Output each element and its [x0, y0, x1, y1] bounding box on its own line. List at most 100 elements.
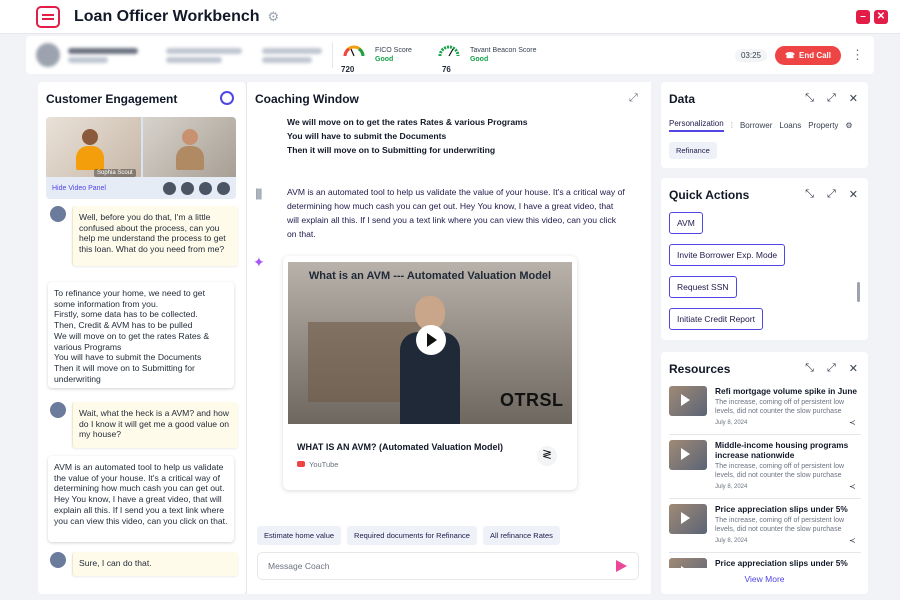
- more-options-icon[interactable]: ⋮: [851, 47, 864, 63]
- request-ssn-button[interactable]: Request SSN: [669, 276, 737, 298]
- resource-date: July 8, 2024: [715, 538, 748, 544]
- expand-icon[interactable]: ⤢: [629, 92, 638, 105]
- expand-icon[interactable]: ⤢: [827, 92, 836, 105]
- close-window-button[interactable]: ✕: [874, 9, 888, 24]
- video-watermark: OTRSL: [500, 390, 564, 410]
- collapse-icon[interactable]: ⤡: [805, 92, 814, 105]
- suggestion-chip[interactable]: All refinance Rates: [482, 526, 560, 545]
- window-controls: – ✕: [856, 9, 888, 24]
- video-card[interactable]: What is an AVM --- Automated Valuation M…: [283, 256, 577, 490]
- resource-item[interactable]: Refi mortgage volume spike in June The i…: [669, 386, 861, 436]
- hide-video-link[interactable]: Hide Video Panel: [52, 185, 106, 192]
- customer-video-feed: Sophia Scout: [46, 117, 141, 177]
- close-icon[interactable]: ✕: [849, 362, 858, 375]
- customer-avatar: [50, 206, 66, 222]
- panel-controls: ⤡ ⤢ ✕: [805, 362, 858, 375]
- volume-icon[interactable]: [199, 181, 212, 195]
- customer-message: Well, before you do that, I'm a little c…: [72, 206, 238, 266]
- customer-person: [76, 129, 104, 170]
- fico-score-block: FICO Score Good: [375, 47, 412, 63]
- play-button-icon[interactable]: [416, 325, 446, 355]
- send-icon[interactable]: [616, 560, 627, 572]
- resource-item[interactable]: Price appreciation slips under 5%: [669, 558, 861, 568]
- tab-personalization[interactable]: Personalization: [669, 119, 724, 132]
- tab-borrower[interactable]: Borrower: [740, 121, 772, 130]
- data-tabs: Personalization ⁞ Borrower Loans Propert…: [669, 119, 853, 132]
- share-icon[interactable]: ≺: [849, 482, 856, 491]
- collapse-icon[interactable]: ⤡: [805, 188, 814, 201]
- tab-property[interactable]: Property: [808, 121, 838, 130]
- play-icon[interactable]: [181, 181, 194, 195]
- settings-gear-icon[interactable]: ⚙: [268, 9, 280, 25]
- resource-date: July 8, 2024: [715, 484, 748, 490]
- customer-message: Sure, I can do that.: [72, 552, 238, 576]
- close-icon[interactable]: ✕: [849, 92, 858, 105]
- close-icon[interactable]: ✕: [849, 188, 858, 201]
- collapse-icon[interactable]: ⤡: [805, 362, 814, 375]
- view-more-link[interactable]: View More: [661, 574, 868, 584]
- resource-desc: The increase, coming off of persistent l…: [715, 463, 845, 479]
- share-icon[interactable]: ≺: [849, 418, 856, 427]
- tab-separator-icon: ⁞: [730, 121, 733, 130]
- resource-title: Price appreciation slips under 5%: [715, 504, 848, 514]
- refresh-icon[interactable]: [220, 91, 234, 105]
- data-panel-title: Data: [669, 92, 696, 106]
- end-call-label: End Call: [798, 50, 831, 60]
- initiate-credit-report-button[interactable]: Initiate Credit Report: [669, 308, 763, 330]
- divider: [669, 434, 861, 435]
- refinance-chip[interactable]: Refinance: [669, 142, 717, 159]
- resource-desc: The increase, coming off of persistent l…: [715, 517, 845, 533]
- customer-message: Wait, what the heck is a AVM? and how do…: [72, 402, 238, 448]
- customer-engagement-panel: Customer Engagement Sophia Scout Hide Vi…: [38, 82, 246, 594]
- resource-item[interactable]: Middle-income housing programs increase …: [669, 440, 861, 491]
- beacon-score-status: Good: [469, 56, 489, 63]
- call-timer: 03:25: [734, 48, 768, 62]
- video-thumbnail[interactable]: What is an AVM --- Automated Valuation M…: [288, 262, 572, 424]
- caller-info-blurred: [68, 45, 138, 66]
- agent-video-feed: [143, 117, 236, 177]
- minimize-button[interactable]: –: [856, 9, 870, 24]
- expand-icon[interactable]: ⤢: [827, 188, 836, 201]
- share-icon[interactable]: ≺: [849, 536, 856, 545]
- youtube-icon: [297, 461, 305, 467]
- suggestion-chip[interactable]: Required documents for Refinance: [347, 526, 477, 545]
- expand-icon[interactable]: ⤢: [827, 362, 836, 375]
- scrollbar[interactable]: [857, 282, 860, 302]
- resources-panel: Resources ⤡ ⤢ ✕ Refi mortgage volume spi…: [661, 352, 868, 594]
- fico-score-value: 720: [341, 65, 355, 74]
- video-thumbnail-icon: [669, 504, 707, 534]
- coaching-line: Then it will move on to Submitting for u…: [287, 145, 496, 155]
- caller-address-blurred: [262, 45, 322, 66]
- coaching-window-panel: Coaching Window ⤢ We will move on to get…: [247, 82, 651, 594]
- video-caption[interactable]: WHAT IS AN AVM? (Automated Valuation Mod…: [297, 442, 503, 452]
- more-icon[interactable]: [217, 181, 230, 195]
- beacon-score-block: Tavant Beacon Score Good: [470, 47, 537, 63]
- coaching-suggestion: AVM is an automated tool to help us vali…: [287, 187, 625, 239]
- video-thumbnail-icon: [669, 440, 707, 470]
- suggestion-chip[interactable]: Estimate home value: [257, 526, 342, 545]
- message-coach-input[interactable]: Message Coach: [257, 552, 639, 580]
- video-panel: Sophia Scout Hide Video Panel: [46, 117, 236, 199]
- video-heading: What is an AVM --- Automated Valuation M…: [308, 270, 552, 282]
- quick-actions-title: Quick Actions: [669, 188, 750, 202]
- phone-icon: ☎: [785, 50, 795, 60]
- agent-message: To refinance your home, we need to get s…: [48, 282, 234, 388]
- resource-title: Price appreciation slips under 5%: [715, 558, 848, 568]
- customer-avatar: [50, 402, 66, 418]
- quick-actions-panel: Quick Actions ⤡ ⤢ ✕ AVM Invite Borrower …: [661, 178, 868, 340]
- beacon-gauge-icon: 76: [438, 44, 460, 74]
- resource-item[interactable]: Price appreciation slips under 5% The in…: [669, 504, 861, 554]
- divider: [669, 552, 861, 553]
- chat-transcript: Well, before you do that, I'm a little c…: [46, 206, 238, 586]
- end-call-button[interactable]: ☎ End Call: [775, 45, 841, 65]
- settings-gear-icon[interactable]: ⚙: [845, 121, 852, 130]
- mic-icon[interactable]: [163, 181, 176, 195]
- divider: [669, 498, 861, 499]
- avm-button[interactable]: AVM: [669, 212, 703, 234]
- tab-loans[interactable]: Loans: [779, 121, 801, 130]
- caller-contact-blurred: [166, 45, 242, 66]
- video-thumbnail-icon: [669, 558, 707, 568]
- app-title: Loan Officer Workbench: [74, 7, 260, 25]
- share-icon[interactable]: [537, 446, 557, 466]
- invite-borrower-button[interactable]: Invite Borrower Exp. Mode: [669, 244, 786, 266]
